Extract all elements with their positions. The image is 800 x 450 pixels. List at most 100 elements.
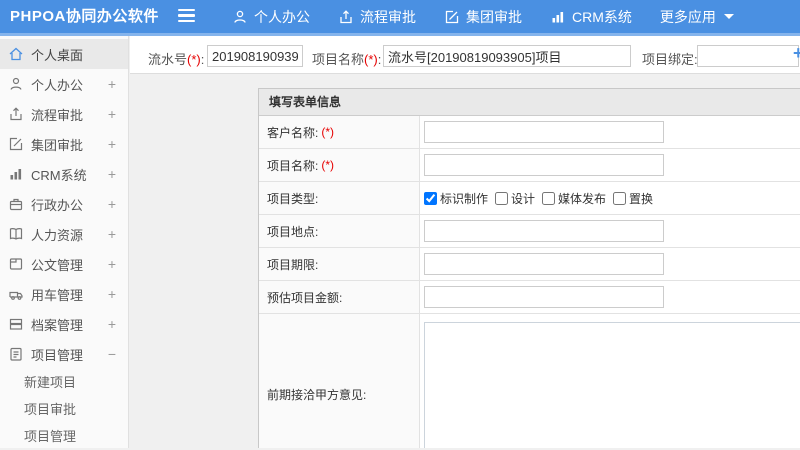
field-label: 前期接洽甲方意见: [259, 314, 420, 448]
project-type-options: 标识制作 设计 媒体发布 置换 [424, 190, 660, 207]
serial-label: 流水号(*): [148, 52, 205, 67]
form-row-project-location: 项目地点: [259, 215, 800, 248]
project-location-input[interactable] [424, 220, 664, 242]
checkbox-media-release[interactable] [542, 191, 556, 205]
sidebar-item-label: 人力资源 [31, 227, 84, 243]
expand-plus-icon: + [107, 76, 116, 92]
party-a-opinion-textarea[interactable] [424, 322, 800, 448]
archive-icon [9, 318, 23, 330]
car-icon [9, 291, 23, 300]
sidebar-item-projects[interactable]: 项目管理 − [0, 339, 128, 369]
expand-plus-icon: + [107, 226, 116, 242]
field-value-cell: 标识制作 设计 媒体发布 置换 [420, 182, 800, 214]
form-title: 填写表单信息 [259, 89, 800, 116]
topnav-more-apps[interactable]: 更多应用 [646, 0, 748, 33]
chart-icon [10, 169, 22, 180]
sidebar-item-documents[interactable]: 公文管理 + [0, 249, 128, 279]
sidebar-item-label: 流程审批 [31, 107, 84, 123]
project-icon [10, 347, 22, 361]
project-duration-input[interactable] [424, 253, 664, 275]
sidebar: 个人桌面 个人办公 + 流程审批 + 集团审批 + CRM系统 + 行政办公 +… [0, 36, 129, 448]
field-value-cell [420, 116, 800, 148]
user-icon [10, 77, 22, 90]
topnav-process-approval[interactable]: 流程审批 [324, 0, 430, 33]
sidebar-item-label: 个人桌面 [31, 47, 84, 63]
process-icon [10, 107, 22, 121]
sidebar-item-hr[interactable]: 人力资源 + [0, 219, 128, 249]
sidebar-item-process-approval[interactable]: 流程审批 + [0, 99, 128, 129]
field-label: 项目地点: [259, 215, 420, 247]
form-row-project-name: 项目名称: (*) [259, 149, 800, 182]
form-row-party-a-opinion: 前期接洽甲方意见: [259, 314, 800, 448]
caret-down-icon [723, 14, 734, 19]
briefcase-icon [9, 198, 23, 211]
process-icon [340, 9, 352, 23]
customer-name-input[interactable] [424, 121, 664, 143]
sidebar-item-label: 行政办公 [31, 197, 84, 213]
sidebar-item-label: 个人办公 [31, 77, 84, 93]
project-bind-input[interactable] [697, 45, 799, 67]
user-icon [234, 10, 246, 23]
sidebar-item-label: 集团审批 [31, 137, 84, 153]
project-name-input[interactable] [383, 45, 631, 67]
required-mark: (*) [321, 158, 335, 172]
menu-toggle-icon[interactable] [178, 9, 195, 24]
serial-input[interactable] [207, 45, 303, 67]
edit-icon [445, 10, 459, 23]
expand-minus-icon: − [107, 346, 116, 362]
field-value-cell [420, 281, 800, 313]
sidebar-item-archives[interactable]: 档案管理 + [0, 309, 128, 339]
checkbox-label: 媒体发布 [558, 191, 607, 206]
field-label: 项目类型: [259, 182, 420, 214]
add-bind-button[interactable]: + [793, 43, 800, 64]
topnav-personal-office[interactable]: 个人办公 [218, 0, 324, 33]
estimated-amount-input[interactable] [424, 286, 664, 308]
project-name-form-input[interactable] [424, 154, 664, 176]
checkbox-sign-making[interactable] [424, 191, 437, 205]
project-bind-label: 项目绑定: [642, 52, 698, 67]
checkbox-exchange[interactable] [613, 191, 627, 205]
field-label: 预估项目金额: [259, 281, 420, 313]
sidebar-item-personal-office[interactable]: 个人办公 + [0, 69, 128, 99]
sidebar-subitem-project-approval[interactable]: 项目审批 [0, 396, 128, 423]
sidebar-item-label: 用车管理 [31, 287, 84, 303]
sidebar-item-group-approval[interactable]: 集团审批 + [0, 129, 128, 159]
checkbox-design[interactable] [495, 191, 509, 205]
topbar: PHPOA协同办公软件 个人办公 流程审批 集团审批 CRM系统 更多应用 [0, 0, 800, 33]
sidebar-item-admin-office[interactable]: 行政办公 + [0, 189, 128, 219]
expand-plus-icon: + [107, 136, 116, 152]
form-row-project-duration: 项目期限: [259, 248, 800, 281]
sidebar-subitem-new-project[interactable]: 新建项目 [0, 369, 128, 396]
expand-plus-icon: + [107, 196, 116, 212]
expand-plus-icon: + [107, 106, 116, 122]
form-row-customer-name: 客户名称: (*) [259, 116, 800, 149]
expand-plus-icon: + [107, 286, 116, 302]
record-header-strip: 流水号(*): 项目名称(*): 项目绑定: + [130, 36, 800, 74]
topnav-label: 集团审批 [466, 8, 522, 25]
form-table: 填写表单信息 客户名称: (*) 项目名称: (*) 项目类型: 标识制作 设计 媒… [258, 88, 800, 448]
chart-icon [552, 11, 564, 22]
sidebar-item-crm[interactable]: CRM系统 + [0, 159, 128, 189]
form-row-estimated-amount: 预估项目金额: [259, 281, 800, 314]
app-logo: PHPOA协同办公软件 [10, 8, 159, 25]
expand-plus-icon: + [107, 166, 116, 182]
topnav-group-approval[interactable]: 集团审批 [430, 0, 536, 33]
topnav-label: 更多应用 [659, 8, 716, 25]
sidebar-subitem-project-manage[interactable]: 项目管理 [0, 423, 128, 450]
topnav-label: CRM系统 [572, 8, 632, 25]
field-value-cell [420, 314, 800, 448]
expand-plus-icon: + [107, 316, 116, 332]
sidebar-item-label: 公文管理 [31, 257, 84, 273]
field-label: 项目期限: [259, 248, 420, 280]
field-label: 客户名称: (*) [259, 116, 420, 148]
field-value-cell [420, 215, 800, 247]
expand-plus-icon: + [107, 256, 116, 272]
sidebar-item-desktop[interactable]: 个人桌面 [0, 39, 128, 69]
required-mark: (*) [321, 125, 335, 139]
topnav-crm[interactable]: CRM系统 [536, 0, 646, 33]
required-mark: (*) [364, 52, 378, 67]
sidebar-item-vehicles[interactable]: 用车管理 + [0, 279, 128, 309]
checkbox-label: 设计 [511, 191, 536, 206]
field-value-cell [420, 149, 800, 181]
required-mark: (*) [187, 52, 201, 67]
